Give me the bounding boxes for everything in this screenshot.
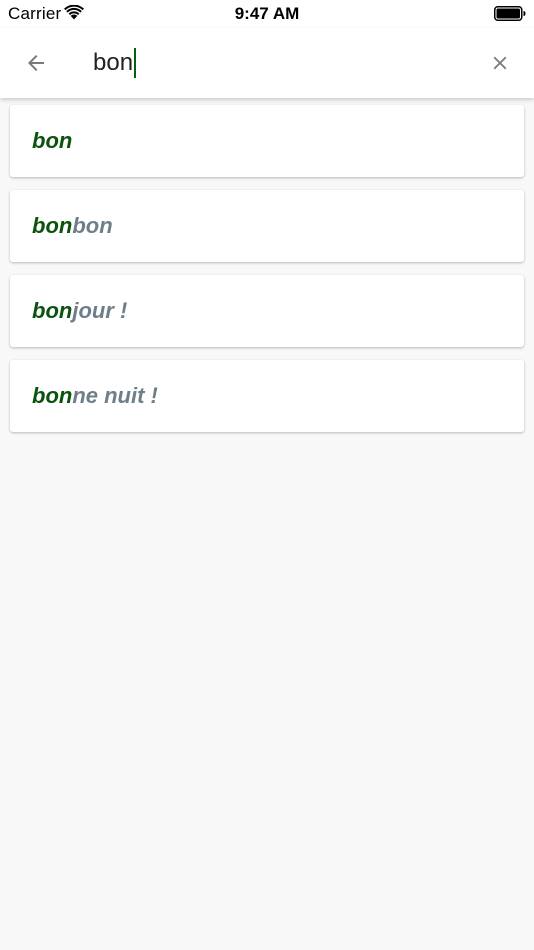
result-item[interactable]: bonne nuit ! — [10, 360, 524, 432]
result-item[interactable]: bon — [10, 105, 524, 177]
status-time: 9:47 AM — [234, 4, 300, 23]
status-bar: Carrier 9:47 AM — [0, 0, 534, 28]
search-input-value: bon — [93, 49, 134, 76]
battery-icon — [494, 6, 526, 21]
result-match: bon — [32, 213, 73, 238]
arrow-left-icon — [28, 55, 44, 71]
result-rest: jour ! — [72, 298, 128, 323]
text-caret — [134, 48, 137, 78]
result-text: bonjour ! — [32, 298, 127, 324]
result-rest: ne nuit ! — [72, 383, 158, 408]
result-rest: bon — [72, 213, 113, 238]
result-match: bon — [32, 298, 73, 323]
result-text: bonbon — [32, 213, 113, 239]
back-button[interactable] — [18, 47, 54, 79]
result-text: bonne nuit ! — [32, 383, 158, 409]
search-input[interactable]: bon — [93, 44, 137, 82]
result-match: bon — [32, 128, 73, 153]
result-match: bon — [32, 383, 73, 408]
search-header: bon — [0, 28, 534, 98]
result-item[interactable]: bonbon — [10, 190, 524, 262]
results-list: bon bonbon bonjour ! bonne nuit ! — [10, 105, 524, 445]
close-icon — [493, 56, 507, 70]
result-text: bon — [32, 128, 72, 154]
clear-search-button[interactable] — [484, 47, 516, 79]
result-item[interactable]: bonjour ! — [10, 275, 524, 347]
